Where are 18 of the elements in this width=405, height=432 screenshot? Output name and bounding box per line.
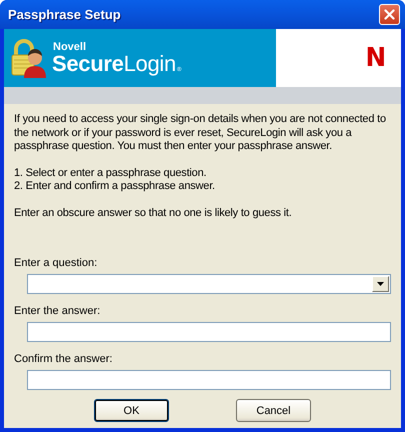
window-title: Passphrase Setup [8,7,121,22]
instruction-text: If you need to access your single sign-on details when you are not connected to the network or if your password is ever reset, SecureLogin will ask you a passphrase question. You must then enter your passphrase answer. [14,113,387,154]
dropdown-button[interactable] [372,276,389,292]
close-button[interactable] [379,4,400,25]
logo-mark: N [366,43,386,73]
field-label: Enter the answer: [14,305,100,318]
caret-icon [377,282,384,286]
dialog-button[interactable]: OK [94,399,169,422]
close-icon [384,9,395,20]
answer-field[interactable] [27,370,391,390]
field-label: Confirm the answer: [14,353,112,366]
dialog-button[interactable]: Cancel [236,399,311,422]
answer-field[interactable] [27,322,391,342]
instruction-text: 1. Select or enter a passphrase question. 2. Enter and confirm a passphrase answer. [14,166,216,194]
vendor-name: Novell [53,42,88,52]
field-label: Enter a question: [14,257,98,270]
product-name: SecureLogin [52,52,176,74]
instruction-text: Enter an obscure answer so that no one is likely to guess it. [14,206,293,220]
